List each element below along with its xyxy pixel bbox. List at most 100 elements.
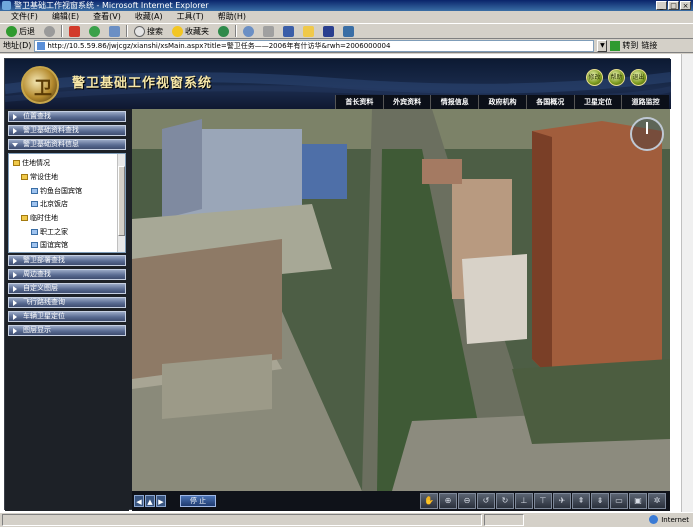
sidebar-item-label: 自定义图层 [23,284,58,292]
sidebar-item-basic-data-info[interactable]: 警卫基础资料信息 [8,139,126,150]
reset-view-icon[interactable]: ▭ [610,493,628,509]
modify-button[interactable]: 修改 [586,69,603,86]
tilt-up-icon[interactable]: ⊤ [534,493,552,509]
menu-edit[interactable]: 编辑(E) [45,11,86,23]
refresh-button[interactable] [86,24,103,38]
tree-node[interactable]: 北京饭店 [31,199,68,209]
page-scrollbar[interactable] [681,54,693,512]
tree-scrollbar[interactable] [117,154,125,252]
home-button[interactable] [106,24,123,38]
help-button[interactable]: 帮助 [608,69,625,86]
menu-help[interactable]: 帮助(H) [211,11,253,23]
nav-road-monitor[interactable]: 道路监控 [621,95,669,109]
raise-icon[interactable]: ⇞ [572,493,590,509]
media-button[interactable] [215,24,232,38]
tree-node[interactable]: 住地情况 [13,158,50,168]
sidebar-item-label: 图层显示 [23,326,51,334]
print-button[interactable] [260,24,277,38]
app-title: 警卫基础工作视窗系统 [72,76,213,91]
tree-node[interactable]: 职工之家 [31,227,68,237]
messenger-button[interactable] [340,24,357,38]
go-arrow-icon [610,40,621,51]
messenger-icon [343,25,354,37]
sidebar-item-deployment-search[interactable]: 警卫部署查找 [8,255,126,266]
settings-icon[interactable]: ✲ [648,493,666,509]
menu-bar: 文件(F) 编辑(E) 查看(V) 收藏(A) 工具(T) 帮助(H) [0,11,693,23]
address-input[interactable]: http://10.5.59.86/jwjcgz/xianshi/xsMain.… [34,39,595,52]
header-buttons: 修改 帮助 退出 [586,69,647,86]
tree-node[interactable]: 临时住地 [21,213,58,223]
rotate-left-icon[interactable]: ↺ [477,493,495,509]
menu-file[interactable]: 文件(F) [4,11,45,23]
close-button[interactable]: × [680,1,691,10]
window-title: 警卫基础工作视窗系统 - Microsoft Internet Explorer [14,1,209,10]
nav-gov-agencies[interactable]: 政府机构 [478,95,526,109]
rotate-right-icon[interactable]: ↻ [496,493,514,509]
favorites-button[interactable]: 收藏夹 [169,24,212,38]
tree-node-label: 职工之家 [40,228,68,236]
tree-node-label: 住地情况 [22,159,50,167]
folder-button[interactable] [300,24,317,38]
app-frame: 卫 警卫基础工作视窗系统 修改 帮助 退出 首长资料 外宾资料 情报信息 政府机… [4,58,671,511]
sidebar-item-nearby-search[interactable]: 周边查找 [8,269,126,280]
tilt-down-icon[interactable]: ⊥ [515,493,533,509]
hand-pan-icon[interactable]: ✋ [420,493,438,509]
sidebar-item-basic-data-search[interactable]: 警卫基础资料查找 [8,125,126,136]
search-button[interactable]: 搜索 [131,24,166,38]
refresh-icon [89,25,100,37]
nav-countries[interactable]: 各国概况 [525,95,574,109]
search-label: 搜索 [147,26,163,36]
fly-icon[interactable]: ✈ [553,493,571,509]
nav-satellite[interactable]: 卫星定位 [573,95,622,109]
star-icon [172,25,183,37]
pan-up-button[interactable]: ▲ [145,495,155,507]
scrollbar-thumb[interactable] [118,166,125,236]
sidebar-item-label: 位置查找 [23,112,51,120]
folder-icon [21,215,28,221]
sidebar-item-vehicle-gps[interactable]: 车辆卫星定位 [8,311,126,322]
lower-icon[interactable]: ⇟ [591,493,609,509]
pan-right-button[interactable]: ▶ [156,495,166,507]
stop-button[interactable] [66,24,83,38]
window-titlebar: 警卫基础工作视窗系统 - Microsoft Internet Explorer… [0,0,693,11]
sidebar-item-custom-layer[interactable]: 自定义图层 [8,283,126,294]
zoom-in-icon[interactable]: ⊕ [439,493,457,509]
sidebar-item-layer-display[interactable]: 图层显示 [8,325,126,336]
nav-guest-info[interactable]: 外宾资料 [382,95,431,109]
menu-view[interactable]: 查看(V) [86,11,128,23]
back-button[interactable]: 后退 [3,24,38,38]
exit-button[interactable]: 退出 [630,69,647,86]
page-icon [31,188,38,194]
triangle-right-icon [13,128,17,134]
tree-node[interactable]: 国谊宾馆 [31,240,68,250]
forward-button[interactable] [41,24,58,38]
links-label[interactable]: 链接 [641,40,657,51]
security-zone: Internet [649,515,689,524]
compass-icon[interactable] [630,117,664,151]
mail-button[interactable] [240,24,257,38]
address-dropdown[interactable]: ▼ [597,39,608,52]
discuss-button[interactable] [320,24,337,38]
tree-node[interactable]: 常设住地 [21,172,58,182]
stop-icon [69,25,80,37]
map-tool-buttons: ✋ ⊕ ⊖ ↺ ↻ ⊥ ⊤ ✈ ⇞ ⇟ ▭ ▣ ✲ [420,493,666,509]
map-3d-view[interactable] [132,109,670,491]
pan-left-button[interactable]: ◀ [134,495,144,507]
stop-animation-button[interactable]: 停 止 [180,495,216,507]
menu-favorites[interactable]: 收藏(A) [128,11,170,23]
tree-node[interactable]: 钓鱼台国宾馆 [31,186,82,196]
edit-button[interactable] [280,24,297,38]
address-url: http://10.5.59.86/jwjcgz/xianshi/xsMain.… [47,41,391,50]
app-logo: 卫 [21,66,59,104]
nav-leader-info[interactable]: 首长资料 [335,95,383,109]
go-button[interactable]: 转到 [610,40,638,51]
zoom-out-icon[interactable]: ⊖ [458,493,476,509]
menu-tools[interactable]: 工具(T) [170,11,211,23]
zone-label: Internet [661,515,689,524]
maximize-button[interactable]: □ [668,1,679,10]
sidebar-item-location-search[interactable]: 位置查找 [8,111,126,122]
fullscreen-icon[interactable]: ▣ [629,493,647,509]
nav-intelligence[interactable]: 情报信息 [430,95,478,109]
minimize-button[interactable]: _ [656,1,667,10]
sidebar-item-flight-route[interactable]: 飞行路线查询 [8,297,126,308]
